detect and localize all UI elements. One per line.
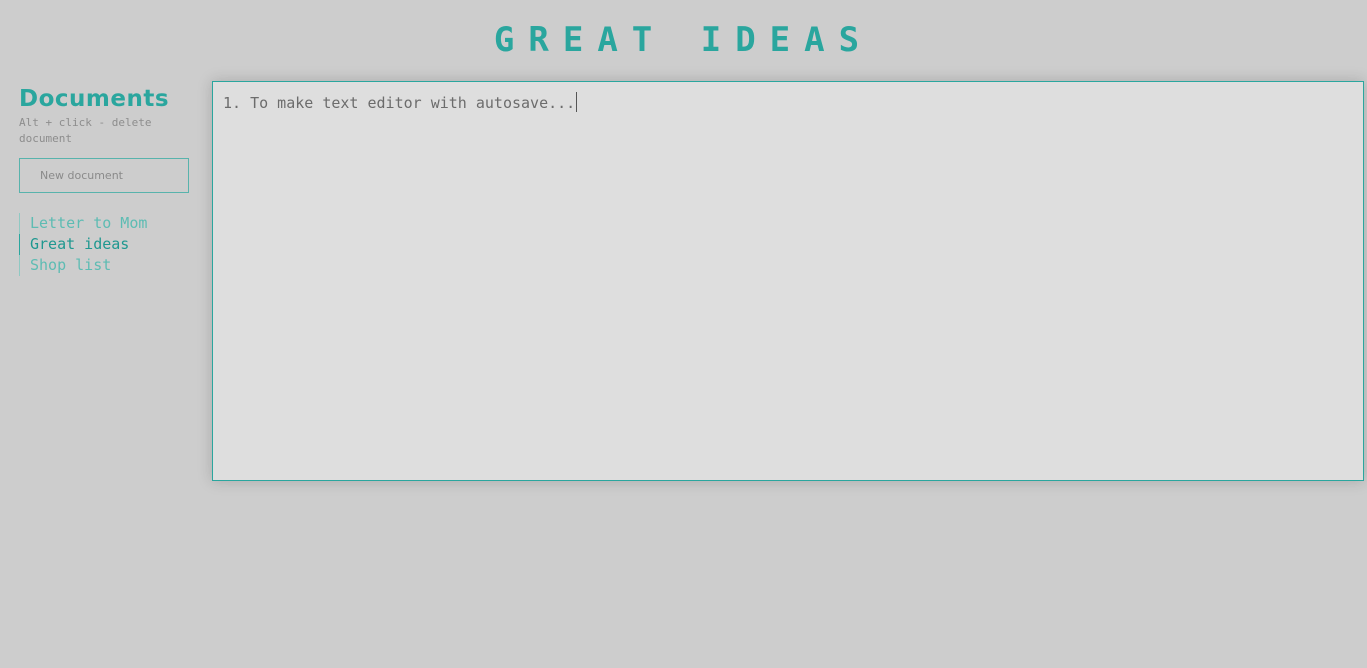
sidebar-heading: Documents — [19, 86, 170, 112]
sidebar: Documents Alt + click - delete document … — [19, 84, 191, 276]
document-item-letter-to-mom[interactable]: Letter to Mom — [19, 213, 191, 234]
new-document-input[interactable] — [19, 158, 189, 193]
text-caret — [576, 92, 578, 112]
document-item-great-ideas[interactable]: Great ideas — [19, 234, 191, 255]
document-list: Letter to Mom Great ideas Shop list — [19, 213, 191, 276]
document-item-shop-list[interactable]: Shop list — [19, 255, 191, 276]
document-editor[interactable]: 1. To make text editor with autosave... — [212, 81, 1364, 481]
delete-hint: Alt + click - delete document — [19, 116, 152, 145]
page-title: GREAT IDEAS — [493, 20, 874, 60]
editor-text: 1. To make text editor with autosave... — [223, 94, 576, 112]
